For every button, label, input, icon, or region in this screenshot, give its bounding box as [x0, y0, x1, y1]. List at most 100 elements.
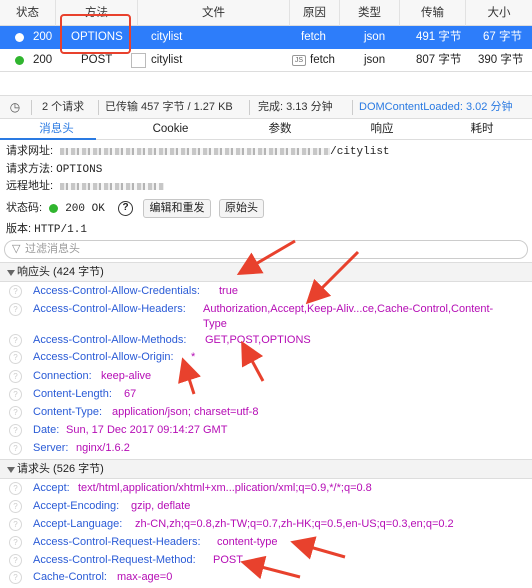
- request-headers-section[interactable]: 请求头 (526 字节): [0, 459, 532, 479]
- header-value[interactable]: application/json; charset=utf-8: [112, 404, 258, 421]
- column-file[interactable]: 文件: [138, 0, 290, 26]
- header-value[interactable]: GET,POST,OPTIONS: [205, 332, 311, 349]
- row-size: 67 字节: [483, 31, 522, 43]
- remote-address-line: 远程地址:: [6, 178, 165, 194]
- edit-resend-button[interactable]: 编辑和重发: [143, 199, 211, 218]
- header-value[interactable]: zh-CN,zh;q=0.8,zh-TW;q=0.7,zh-HK;q=0.5,e…: [135, 516, 454, 533]
- annotation-highlight-box: [60, 14, 131, 54]
- header-line: ? Server: nginx/1.6.2: [0, 440, 532, 457]
- help-icon[interactable]: ?: [9, 351, 22, 364]
- finish-time: 完成: 3.13 分钟: [258, 101, 333, 113]
- column-status[interactable]: 状态: [0, 0, 56, 26]
- status-ok-icon: [49, 203, 59, 213]
- raw-headers-button[interactable]: 原始头: [219, 199, 264, 218]
- header-value[interactable]: gzip, deflate: [131, 498, 190, 515]
- help-icon[interactable]: ?: [9, 482, 22, 495]
- header-name: Content-Length:: [33, 388, 112, 400]
- help-icon[interactable]: ?: [118, 201, 133, 216]
- column-transferred[interactable]: 传输: [400, 0, 466, 26]
- column-size[interactable]: 大小: [466, 0, 532, 26]
- request-headers-title: 请求头 (526 字节): [17, 463, 104, 475]
- row-status: 200: [33, 54, 53, 66]
- http-version-value: HTTP/1.1: [34, 224, 87, 236]
- header-name: Access-Control-Request-Method:: [33, 554, 196, 566]
- row-cause: fetch: [310, 54, 335, 66]
- header-line: ? Access-Control-Allow-Credentials: true: [0, 283, 532, 300]
- tab-response[interactable]: 响应: [332, 119, 432, 140]
- header-line: ? Accept: text/html,application/xhtml+xm…: [0, 480, 532, 497]
- header-value[interactable]: POST: [213, 552, 243, 569]
- http-version-label: 版本:: [6, 223, 32, 235]
- help-icon[interactable]: ?: [9, 285, 22, 298]
- request-url-label: 请求网址:: [6, 145, 54, 157]
- header-value[interactable]: *: [191, 349, 195, 366]
- header-name: Connection:: [33, 370, 92, 382]
- help-icon[interactable]: ?: [9, 442, 22, 455]
- transferred-summary: 已传输 457 字节 / 1.27 KB: [105, 101, 233, 113]
- header-value[interactable]: text/html,application/xhtml+xm...plicati…: [78, 480, 372, 497]
- row-cause: fetch: [301, 31, 326, 43]
- header-line: ? Connection: keep-alive: [0, 368, 532, 385]
- header-value[interactable]: keep-alive: [101, 368, 151, 385]
- help-icon[interactable]: ?: [9, 388, 22, 401]
- row-file: citylist: [151, 54, 183, 66]
- remote-address-label: 远程地址:: [6, 180, 54, 192]
- collapse-triangle-icon[interactable]: [7, 270, 15, 276]
- status-dot-icon: [15, 33, 24, 42]
- active-tab-indicator: [0, 138, 96, 140]
- header-value[interactable]: 67: [124, 386, 136, 403]
- tab-params[interactable]: 参数: [228, 119, 332, 140]
- header-name: Access-Control-Allow-Methods:: [33, 334, 187, 346]
- response-headers-section[interactable]: 响应头 (424 字节): [0, 262, 532, 282]
- header-name: Access-Control-Allow-Origin:: [33, 351, 174, 363]
- divider: [352, 100, 353, 115]
- header-line: ? Accept-Language: zh-CN,zh;q=0.8,zh-TW;…: [0, 516, 532, 533]
- header-value[interactable]: Sun, 17 Dec 2017 09:14:27 GMT: [66, 422, 227, 439]
- status-code-line: 状态码: 200 OK: [6, 200, 105, 216]
- header-line: ? Date: Sun, 17 Dec 2017 09:14:27 GMT: [0, 422, 532, 439]
- file-thumbnail-icon: [131, 53, 146, 68]
- help-icon[interactable]: ?: [9, 406, 22, 419]
- header-value[interactable]: nginx/1.6.2: [76, 440, 130, 457]
- filter-icon: ▽: [12, 243, 21, 255]
- performance-icon[interactable]: ◷: [7, 100, 23, 114]
- tab-timings[interactable]: 耗时: [432, 119, 532, 140]
- help-icon[interactable]: ?: [9, 536, 22, 549]
- column-type[interactable]: 类型: [340, 0, 400, 26]
- collapse-triangle-icon[interactable]: [7, 467, 15, 473]
- help-icon[interactable]: ?: [9, 424, 22, 437]
- redacted-url: [60, 147, 331, 155]
- header-line: ? Access-Control-Allow-Headers: Authoriz…: [0, 301, 532, 331]
- header-line: ? Content-Length: 67: [0, 386, 532, 403]
- help-icon[interactable]: ?: [9, 518, 22, 531]
- header-value[interactable]: content-type: [217, 534, 278, 551]
- status-dot-icon: [15, 56, 24, 65]
- header-name: Content-Type:: [33, 406, 103, 418]
- help-icon[interactable]: ?: [9, 303, 22, 316]
- redacted-address: [60, 182, 165, 190]
- header-name: Cache-Control:: [33, 571, 107, 583]
- header-value[interactable]: Authorization,Accept,Keep-Aliv...ce,Cach…: [203, 301, 493, 318]
- help-icon[interactable]: ?: [9, 571, 22, 584]
- header-line: ? Content-Type: application/json; charse…: [0, 404, 532, 421]
- header-name: Server:: [33, 442, 69, 454]
- header-line: ? Accept-Encoding: gzip, deflate: [0, 498, 532, 515]
- tab-cookie[interactable]: Cookie: [113, 119, 228, 140]
- divider: [249, 100, 250, 115]
- help-icon[interactable]: ?: [9, 554, 22, 567]
- divider: [31, 100, 32, 115]
- js-icon: JS: [292, 55, 306, 66]
- filter-headers-input[interactable]: ▽ 过滤消息头: [4, 240, 528, 259]
- help-icon[interactable]: ?: [9, 500, 22, 513]
- header-value[interactable]: max-age=0: [117, 569, 172, 586]
- tab-headers[interactable]: 消息头: [0, 119, 113, 140]
- header-value[interactable]: true: [219, 283, 238, 300]
- header-line: ? Access-Control-Request-Headers: conten…: [0, 534, 532, 551]
- row-file: citylist: [151, 31, 183, 43]
- help-icon[interactable]: ?: [9, 334, 22, 347]
- request-method-label: 请求方法:: [6, 163, 54, 175]
- column-cause[interactable]: 原因: [290, 0, 340, 26]
- request-url-value[interactable]: /citylist: [330, 146, 389, 158]
- help-icon[interactable]: ?: [9, 370, 22, 383]
- request-url-line: 请求网址: /citylist: [6, 143, 390, 159]
